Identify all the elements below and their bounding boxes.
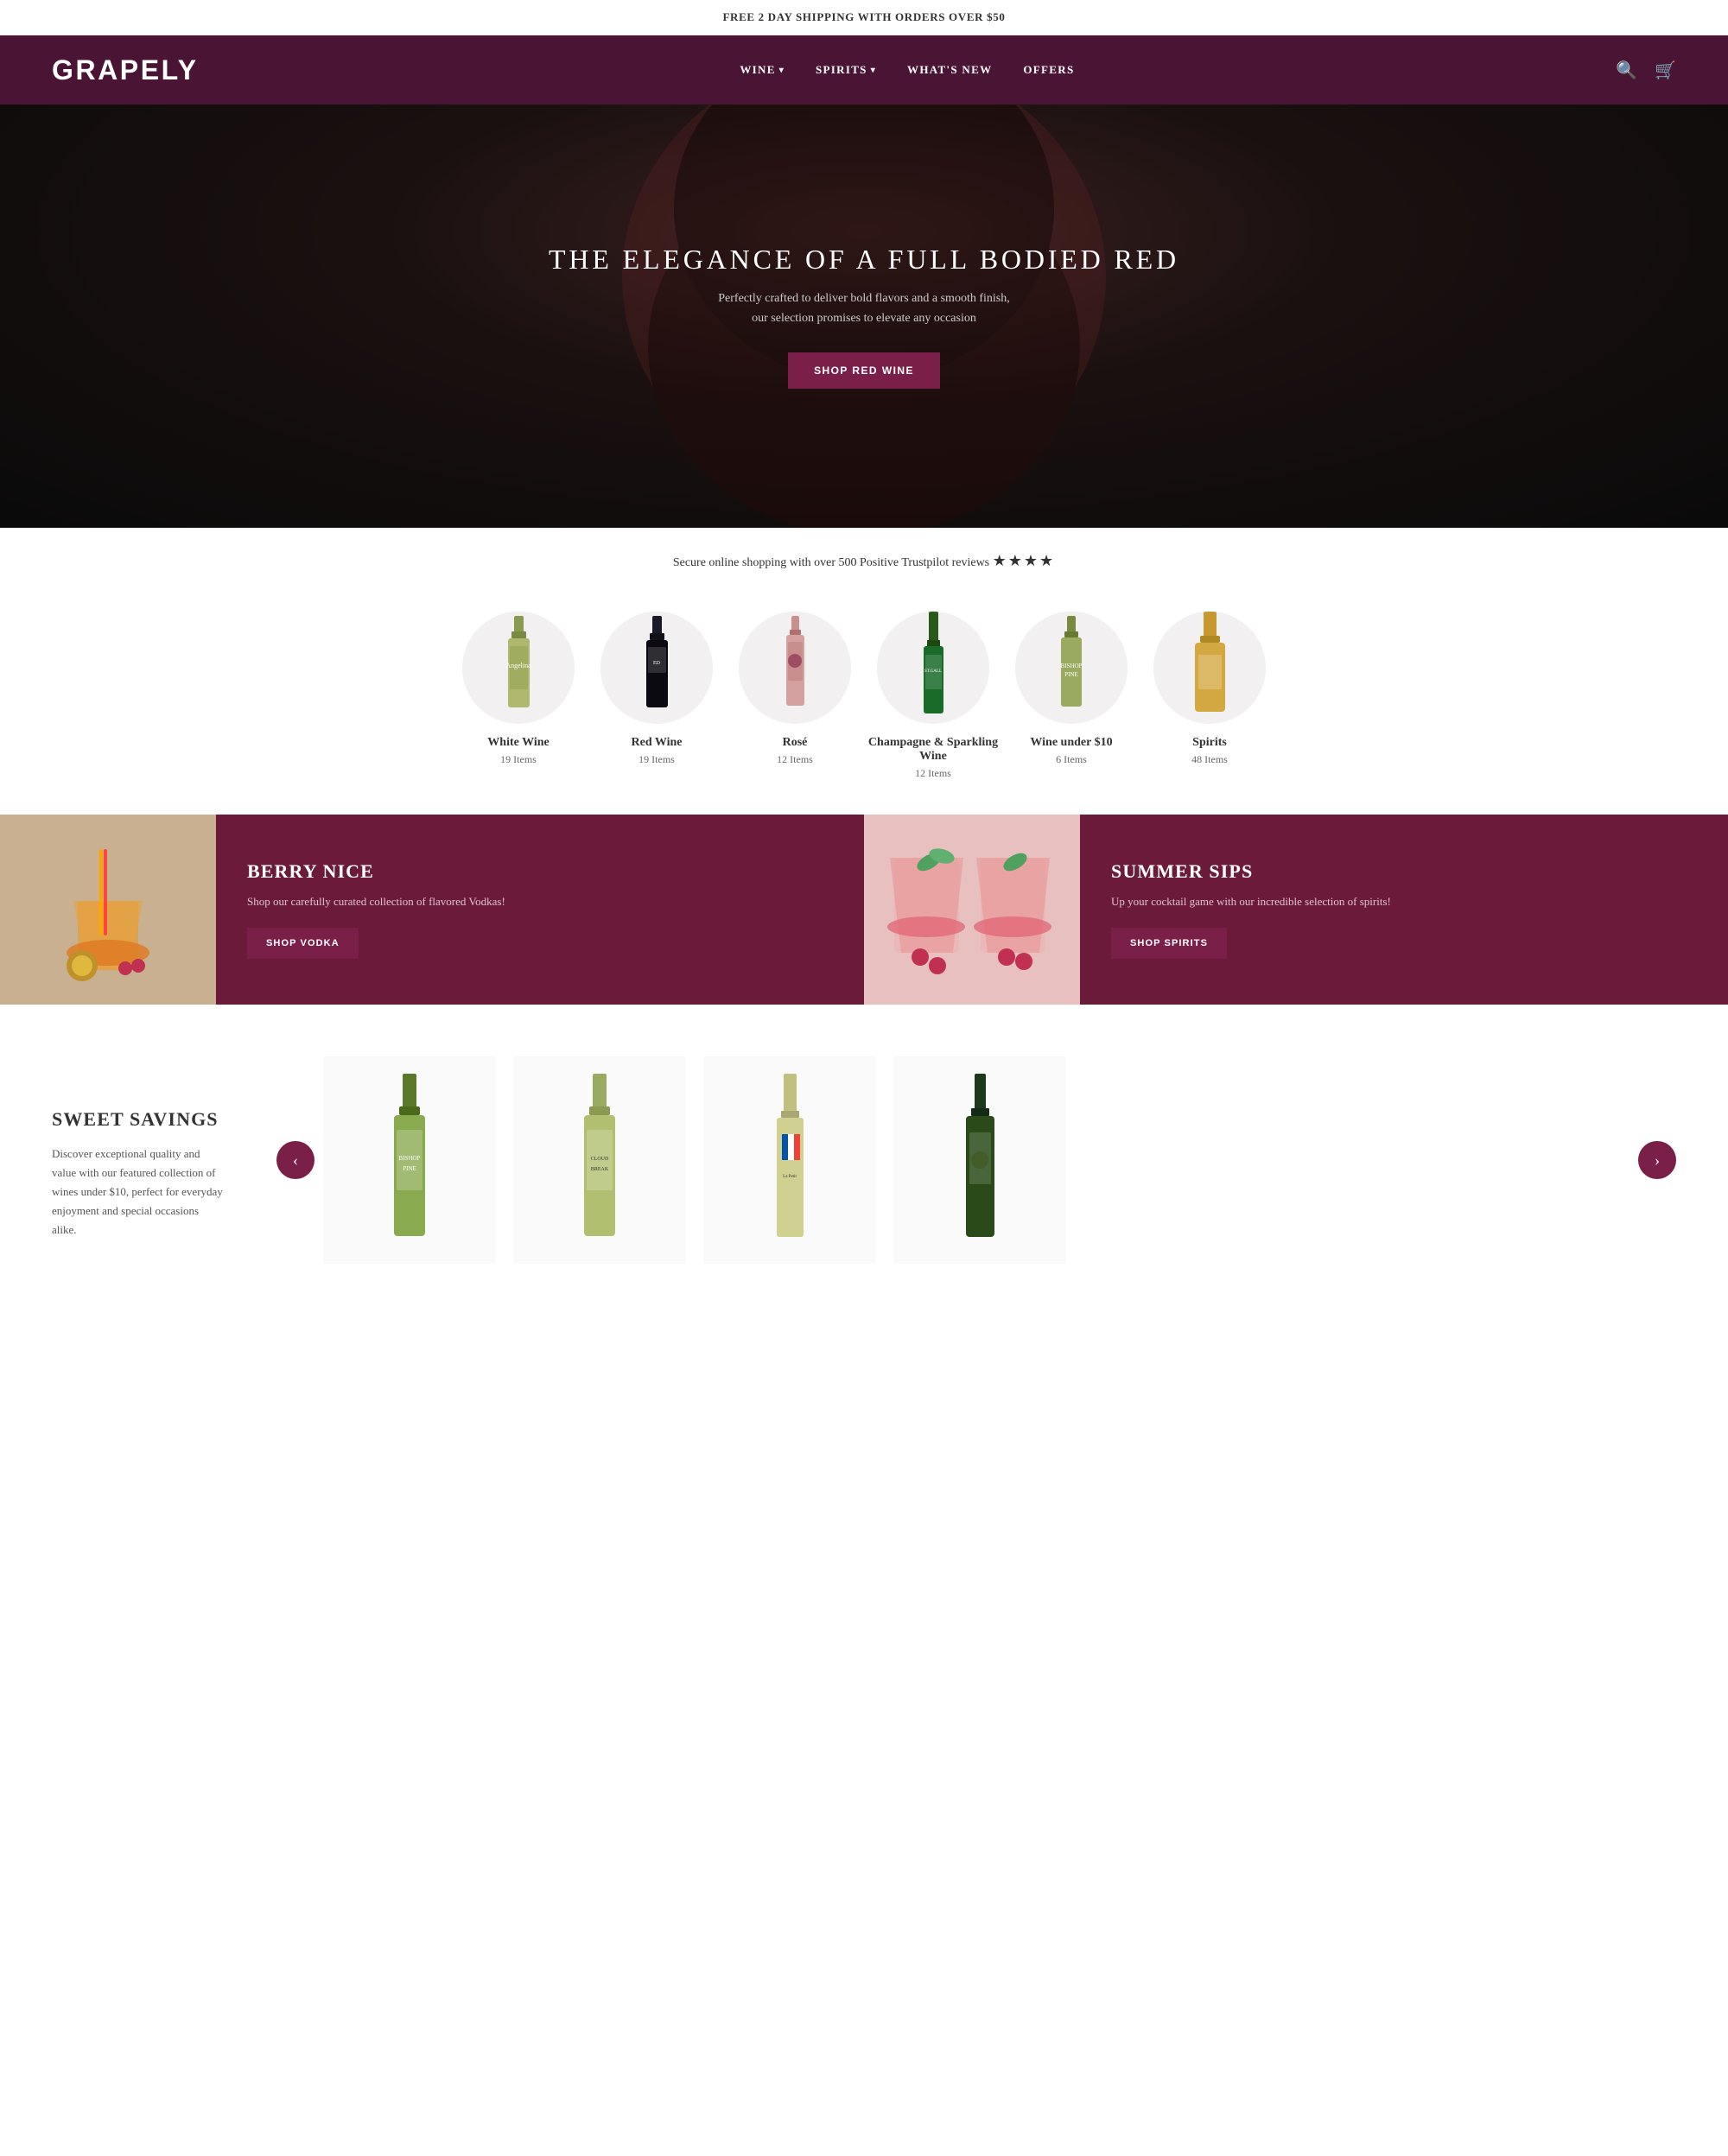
category-wine-under-10-count: 6 Items xyxy=(1056,753,1087,766)
sweet-savings-carousel: ‹ BISHOP PINE xyxy=(276,1039,1676,1281)
champagne-bottle: ST.GALL xyxy=(914,612,953,724)
svg-text:BISHOP: BISHOP xyxy=(1061,663,1083,669)
product-card-la-petit[interactable]: La Petit xyxy=(703,1056,876,1264)
hero-title: THE ELEGANCE OF A FULL BODIED RED xyxy=(549,244,1179,276)
promo-summer-sips: SUMMER SIPS Up your cocktail game with o… xyxy=(864,815,1728,1005)
sweet-savings-text: SWEET SAVINGS Discover exceptional quali… xyxy=(52,1039,225,1240)
cocktail-pink-svg xyxy=(877,815,1067,1005)
trust-bar: Secure online shopping with over 500 Pos… xyxy=(0,528,1728,594)
cloud-break-bottle: CLOUD BREAK xyxy=(574,1074,626,1246)
categories-section: Angelina White Wine 19 Items ED Red Wine… xyxy=(0,594,1728,815)
carousel-items: BISHOP PINE CLOUD BREAK xyxy=(314,1039,1638,1281)
promo-berry-nice-desc: Shop our carefully curated collection of… xyxy=(247,893,833,910)
svg-text:ST.GALL: ST.GALL xyxy=(924,669,941,674)
trust-stars: ★★★★ xyxy=(993,552,1056,569)
logo[interactable]: GRAPELY xyxy=(52,54,199,86)
svg-text:CLOUD: CLOUD xyxy=(591,1157,609,1162)
white-wine-bottle: Angelina xyxy=(499,616,538,720)
svg-text:La Petit: La Petit xyxy=(783,1175,797,1179)
svg-text:ED: ED xyxy=(653,661,661,666)
header: GRAPELY WINE ▾ SPIRITS ▾ WHAT'S NEW OFFE… xyxy=(0,35,1728,105)
svg-text:PINE: PINE xyxy=(403,1165,416,1172)
hero-section: THE ELEGANCE OF A FULL BODIED RED Perfec… xyxy=(0,105,1728,528)
svg-text:BISHOP: BISHOP xyxy=(399,1155,421,1162)
svg-text:PINE: PINE xyxy=(1064,671,1078,678)
category-spirits[interactable]: Spirits 48 Items xyxy=(1140,612,1279,780)
trust-text: Secure online shopping with over 500 Pos… xyxy=(673,556,989,569)
promo-berry-nice: BERRY NICE Shop our carefully curated co… xyxy=(0,815,864,1005)
promo-berry-nice-title: BERRY NICE xyxy=(247,860,833,883)
nav-offers[interactable]: OFFERS xyxy=(1023,63,1074,77)
spirits-bottle xyxy=(1186,612,1234,724)
category-rose-name: Rosé xyxy=(783,736,808,750)
sweet-savings-desc: Discover exceptional quality and value w… xyxy=(52,1145,225,1240)
sweet-savings-section: SWEET SAVINGS Discover exceptional quali… xyxy=(0,1039,1728,1333)
category-wine-under-10-name: Wine under $10 xyxy=(1030,736,1112,750)
promo-berry-nice-button[interactable]: SHOP VODKA xyxy=(247,928,359,959)
carousel-next-button[interactable]: › xyxy=(1638,1141,1676,1179)
category-white-wine-count: 19 Items xyxy=(500,753,537,766)
la-petit-bottle: La Petit xyxy=(766,1074,814,1246)
cocktail-orange-svg xyxy=(30,832,186,987)
product-card-bishop-pine[interactable]: BISHOP PINE xyxy=(323,1056,496,1264)
category-red-wine-name: Red Wine xyxy=(632,736,683,750)
header-icons: 🔍 🛒 xyxy=(1616,60,1676,81)
category-rose-image xyxy=(739,612,851,724)
red-wine-bottle: ED xyxy=(638,616,677,720)
hero-subtitle: Perfectly crafted to deliver bold flavor… xyxy=(717,289,1011,328)
nav-wine[interactable]: WINE ▾ xyxy=(740,63,785,77)
category-spirits-image xyxy=(1153,612,1266,724)
svg-text:BREAK: BREAK xyxy=(591,1167,609,1172)
promo-berry-nice-image xyxy=(0,815,216,1005)
carousel-prev-button[interactable]: ‹ xyxy=(276,1141,314,1179)
green-bottle xyxy=(956,1074,1004,1246)
category-rose[interactable]: Rosé 12 Items xyxy=(726,612,864,780)
category-wine-under-10[interactable]: BISHOP PINE Wine under $10 6 Items xyxy=(1002,612,1140,780)
category-champagne-name: Champagne & Sparkling Wine xyxy=(864,736,1002,764)
category-spirits-name: Spirits xyxy=(1192,736,1227,750)
category-white-wine[interactable]: Angelina White Wine 19 Items xyxy=(449,612,588,780)
category-rose-count: 12 Items xyxy=(777,753,813,766)
category-red-wine-count: 19 Items xyxy=(638,753,675,766)
rose-bottle xyxy=(776,616,815,720)
announcement-text: FREE 2 DAY SHIPPING WITH ORDERS OVER $50 xyxy=(722,10,1005,23)
nav-spirits[interactable]: SPIRITS ▾ xyxy=(816,63,876,77)
promo-summer-sips-image xyxy=(864,815,1080,1005)
budget-wine-bottle: BISHOP PINE xyxy=(1054,616,1089,720)
announcement-bar: FREE 2 DAY SHIPPING WITH ORDERS OVER $50 xyxy=(0,0,1728,35)
sweet-savings-title: SWEET SAVINGS xyxy=(52,1108,225,1131)
category-white-wine-name: White Wine xyxy=(487,736,549,750)
promo-summer-sips-button[interactable]: SHOP SPIRITS xyxy=(1111,928,1227,959)
promo-summer-sips-title: SUMMER SIPS xyxy=(1111,860,1697,883)
cart-icon[interactable]: 🛒 xyxy=(1655,60,1676,81)
promo-berry-nice-text: BERRY NICE Shop our carefully curated co… xyxy=(216,815,864,1005)
category-red-wine-image: ED xyxy=(600,612,713,724)
chevron-down-icon: ▾ xyxy=(779,66,785,75)
category-white-wine-image: Angelina xyxy=(462,612,575,724)
category-champagne[interactable]: ST.GALL Champagne & Sparkling Wine 12 It… xyxy=(864,612,1002,780)
promo-section: BERRY NICE Shop our carefully curated co… xyxy=(0,815,1728,1005)
promo-summer-sips-text: SUMMER SIPS Up your cocktail game with o… xyxy=(1080,815,1728,1005)
category-spirits-count: 48 Items xyxy=(1191,753,1228,766)
svg-text:Angelina: Angelina xyxy=(505,662,531,669)
nav-whats-new[interactable]: WHAT'S NEW xyxy=(907,63,992,77)
category-champagne-image: ST.GALL xyxy=(877,612,989,724)
product-card-green[interactable] xyxy=(893,1056,1066,1264)
hero-content: THE ELEGANCE OF A FULL BODIED RED Perfec… xyxy=(549,244,1179,389)
hero-cta-button[interactable]: SHOP RED WINE xyxy=(788,352,940,389)
category-champagne-count: 12 Items xyxy=(915,767,951,780)
bishop-pine-bottle: BISHOP PINE xyxy=(384,1074,435,1246)
category-wine-under-10-image: BISHOP PINE xyxy=(1015,612,1128,724)
search-icon[interactable]: 🔍 xyxy=(1616,60,1637,81)
product-card-cloud-break[interactable]: CLOUD BREAK xyxy=(513,1056,686,1264)
promo-summer-sips-desc: Up your cocktail game with our incredibl… xyxy=(1111,893,1697,910)
category-red-wine[interactable]: ED Red Wine 19 Items xyxy=(588,612,726,780)
chevron-down-icon: ▾ xyxy=(871,66,876,75)
main-nav: WINE ▾ SPIRITS ▾ WHAT'S NEW OFFERS xyxy=(740,63,1074,77)
